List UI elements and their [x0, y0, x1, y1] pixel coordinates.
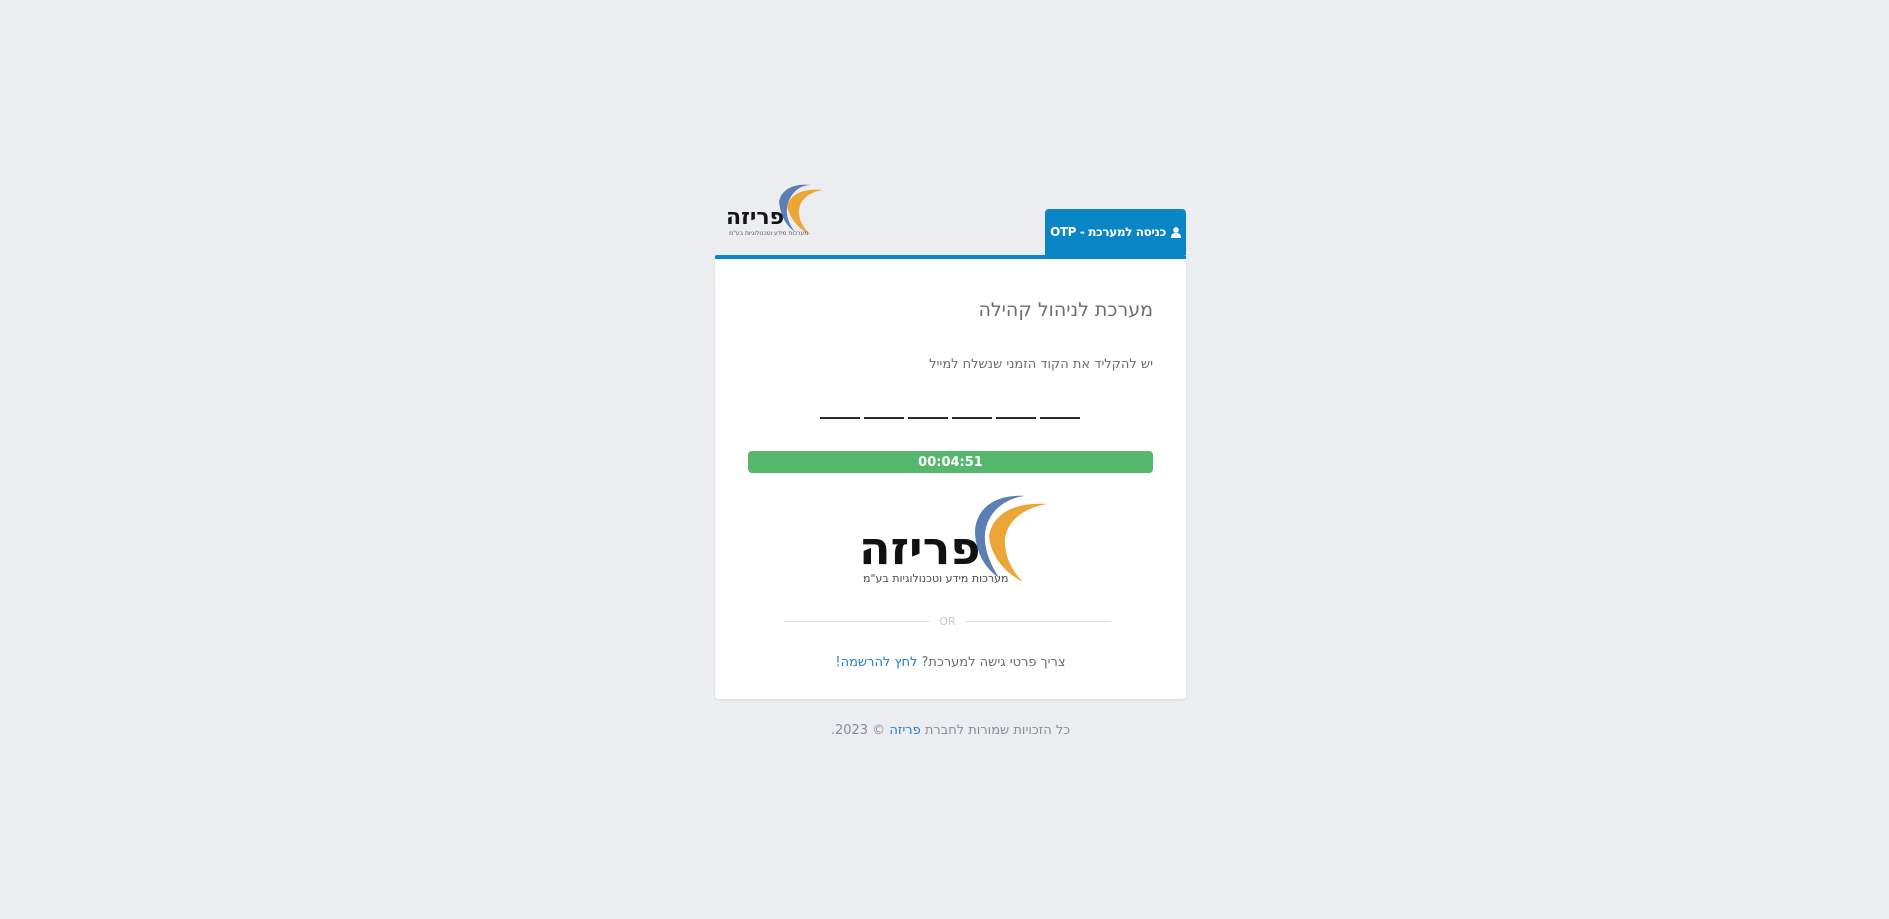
otp-instruction: יש להקליד את הקוד הזמני שנשלח למייל: [929, 357, 1153, 372]
tab-otp-login[interactable]: כניסה למערכת - OTP: [1045, 209, 1186, 255]
divider-line: [784, 620, 930, 622]
login-panel: מערכת לניהול קהילה יש להקליד את הקוד הזמ…: [715, 259, 1186, 699]
register-link[interactable]: לחץ להרשמה!: [835, 655, 917, 670]
copyright-footer: כל הזכויות שמורות לחברת פריזה © 2023.: [715, 723, 1186, 738]
divider-line: [965, 620, 1111, 622]
brand-logo-large: פריזה מערכות מידע וטכנולוגיות בע"מ: [859, 495, 1047, 585]
or-divider: OR: [784, 613, 1111, 629]
tab-label: כניסה למערכת - OTP: [1050, 225, 1166, 239]
otp-digit-3[interactable]: [908, 387, 948, 419]
login-container: פריזה מערכות מידע וטכנולוגיות בע"מ כניסה…: [715, 182, 1186, 738]
logo-tagline: מערכות מידע וטכנולוגיות בע"מ: [729, 230, 808, 237]
otp-digit-5[interactable]: [996, 387, 1036, 419]
otp-timer: 00:04:51: [748, 451, 1153, 473]
logo-wordmark: פריזה: [726, 205, 784, 230]
logo-swoosh-orange: [989, 503, 1047, 582]
company-link[interactable]: פריזה: [889, 723, 920, 738]
register-prompt-row: צריך פרטי גישה למערכת? לחץ להרשמה!: [715, 655, 1186, 670]
otp-digit-4[interactable]: [952, 387, 992, 419]
logo-swoosh-orange: [787, 189, 823, 235]
register-prompt: צריך פרטי גישה למערכת?: [921, 655, 1066, 670]
otp-input-group: [820, 387, 1082, 419]
user-icon: [1170, 226, 1181, 238]
otp-digit-1[interactable]: [820, 387, 860, 419]
or-label: OR: [939, 614, 956, 628]
logo-tagline: מערכות מידע וטכנולוגיות בע"מ: [863, 572, 1009, 585]
otp-digit-2[interactable]: [864, 387, 904, 419]
logo-wordmark: פריזה: [859, 521, 981, 575]
page-title: מערכת לניהול קהילה: [978, 299, 1153, 321]
brand-logo: פריזה מערכות מידע וטכנולוגיות בע"מ: [726, 184, 823, 237]
copyright-prefix: כל הזכויות שמורות לחברת: [924, 723, 1071, 738]
login-header: פריזה מערכות מידע וטכנולוגיות בע"מ כניסה…: [715, 182, 1186, 259]
copyright-suffix: © 2023.: [830, 723, 886, 738]
otp-digit-6[interactable]: [1040, 387, 1080, 419]
